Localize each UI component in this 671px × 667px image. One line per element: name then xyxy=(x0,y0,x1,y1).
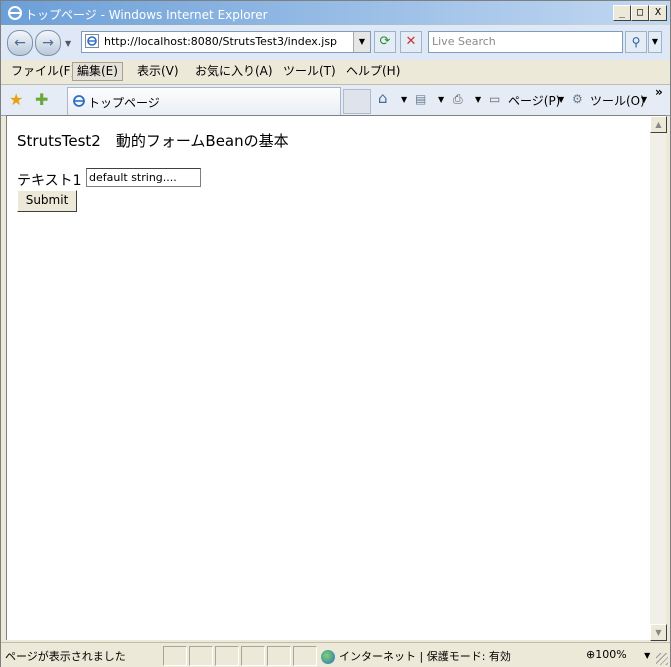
ie-logo-icon xyxy=(8,6,22,20)
window-title: トップページ - Windows Internet Explorer xyxy=(25,8,268,22)
status-cell xyxy=(215,646,239,666)
menu-view[interactable]: 表示(V) xyxy=(133,63,183,80)
globe-icon xyxy=(321,650,335,664)
page-menu[interactable]: ページ(P) xyxy=(508,92,560,109)
ie-page-icon xyxy=(85,34,99,48)
favorites-center-icon[interactable]: ★ xyxy=(9,90,23,109)
feeds-icon[interactable]: ▤ xyxy=(415,92,426,106)
security-zone[interactable]: インターネット | 保護モード: 有効 xyxy=(321,648,511,664)
add-favorite-icon[interactable]: ✚ xyxy=(35,90,48,109)
more-commands-chevron-icon[interactable]: » xyxy=(655,85,663,99)
menu-tools[interactable]: ツール(T) xyxy=(279,63,340,80)
forward-arrow-icon: → xyxy=(42,35,54,51)
home-icon[interactable]: ⌂ xyxy=(378,89,388,107)
stop-icon: ✕ xyxy=(405,34,417,49)
home-dropdown-icon[interactable]: ▼ xyxy=(401,95,407,104)
forward-button[interactable]: → xyxy=(35,30,61,56)
scroll-up-button[interactable]: ▲ xyxy=(650,116,667,133)
search-box[interactable]: Live Search xyxy=(428,31,623,53)
search-button[interactable]: ⚲ xyxy=(625,31,647,53)
page-icon: ▭ xyxy=(489,92,501,106)
page-dropdown-icon[interactable]: ▼ xyxy=(558,95,564,104)
status-cell xyxy=(189,646,213,666)
new-tab-button[interactable] xyxy=(343,89,371,114)
ie-page-icon xyxy=(73,95,85,107)
tab-label[interactable]: トップページ xyxy=(88,94,160,111)
refresh-icon: ⟳ xyxy=(379,34,391,49)
resize-grip-icon[interactable] xyxy=(656,653,668,665)
tools-menu[interactable]: ツール(O) xyxy=(590,92,645,109)
text1-label: テキスト1 : xyxy=(17,173,91,189)
page-content: StrutsTest2 動的フォームBeanの基本 テキスト1 : Submit xyxy=(6,115,650,640)
scroll-down-button[interactable]: ▼ xyxy=(650,624,667,641)
stop-button[interactable]: ✕ xyxy=(400,31,422,53)
back-arrow-icon: ← xyxy=(14,35,26,51)
address-toolbar: ← → ▼ http://localhost:8080/StrutsTest3/… xyxy=(1,26,670,60)
security-zone-label: インターネット | 保護モード: 有効 xyxy=(339,650,511,663)
menu-favorites[interactable]: お気に入り(A) xyxy=(191,63,277,80)
status-bar: ページが表示されました インターネット | 保護モード: 有効 ⊕100% ▼ xyxy=(1,642,670,667)
menu-edit[interactable]: 編集(E) xyxy=(72,62,123,81)
address-url[interactable]: http://localhost:8080/StrutsTest3/index.… xyxy=(104,35,337,48)
history-dropdown-icon[interactable]: ▼ xyxy=(65,39,71,48)
status-cell xyxy=(241,646,265,666)
address-dropdown-icon[interactable]: ▼ xyxy=(353,32,370,52)
close-button[interactable]: X xyxy=(649,5,667,21)
menu-file[interactable]: ファイル(F) xyxy=(7,63,79,80)
status-text: ページが表示されました xyxy=(5,650,126,663)
submit-button[interactable]: Submit xyxy=(17,190,77,212)
zoom-dropdown-icon[interactable]: ▼ xyxy=(644,651,650,660)
text1-input[interactable] xyxy=(86,168,201,187)
zoom-icon: ⊕ xyxy=(586,648,596,661)
refresh-button[interactable]: ⟳ xyxy=(374,31,396,53)
zoom-value: 100% xyxy=(595,648,627,661)
search-placeholder[interactable]: Live Search xyxy=(432,35,496,48)
menu-help[interactable]: ヘルプ(H) xyxy=(342,63,404,80)
address-bar[interactable]: http://localhost:8080/StrutsTest3/index.… xyxy=(81,31,371,53)
magnifier-icon: ⚲ xyxy=(631,35,641,49)
gear-icon: ⚙ xyxy=(572,92,583,106)
title-bar[interactable]: トップページ - Windows Internet Explorer _ □ X xyxy=(1,1,670,25)
search-options-dropdown-icon[interactable]: ▼ xyxy=(648,31,662,53)
feeds-dropdown-icon[interactable]: ▼ xyxy=(438,95,444,104)
status-cell xyxy=(293,646,317,666)
vertical-scrollbar[interactable]: ▲ ▼ xyxy=(650,115,667,641)
tab-top-page[interactable]: トップページ xyxy=(67,87,341,115)
menu-bar: ファイル(F) 編集(E) 表示(V) お気に入り(A) ツール(T) ヘルプ(… xyxy=(1,60,670,85)
status-cell xyxy=(163,646,187,666)
back-button[interactable]: ← xyxy=(7,30,33,56)
page-title: StrutsTest2 動的フォームBeanの基本 xyxy=(17,132,289,150)
browser-window: トップページ - Windows Internet Explorer _ □ X… xyxy=(0,0,671,667)
print-dropdown-icon[interactable]: ▼ xyxy=(475,95,481,104)
zoom-level[interactable]: ⊕100% ▼ xyxy=(586,648,650,661)
tools-dropdown-icon[interactable]: ▼ xyxy=(641,95,647,104)
print-icon[interactable]: ⎙ xyxy=(453,92,463,107)
minimize-button[interactable]: _ xyxy=(613,5,631,21)
maximize-button[interactable]: □ xyxy=(631,5,649,21)
status-cell xyxy=(267,646,291,666)
tab-toolbar: ★ ✚ トップページ ⌂ ▼ ▤ ▼ ⎙ ▼ ▭ ページ(P) ▼ ⚙ ツール(… xyxy=(1,85,670,116)
